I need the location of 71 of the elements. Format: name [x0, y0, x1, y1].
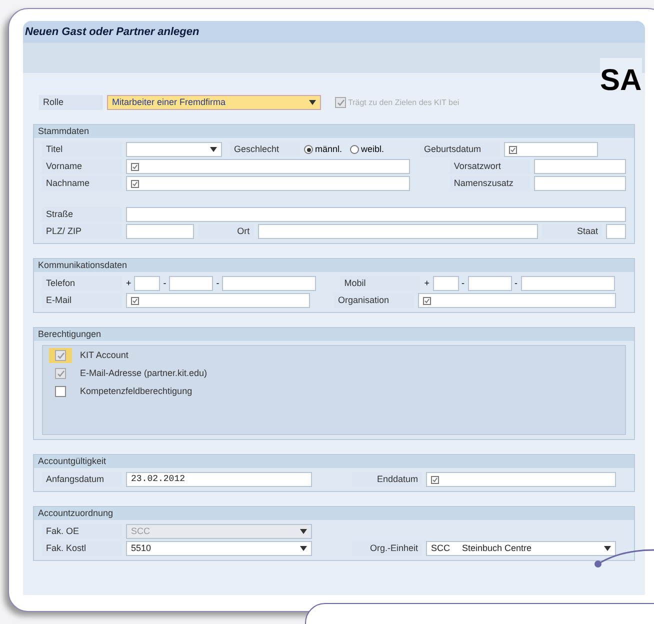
field-label: Anfangsdatum [42, 472, 122, 487]
field-label: Rolle [39, 95, 103, 110]
input-field[interactable] [606, 224, 626, 239]
separator: - [462, 276, 465, 290]
checkbox-label: Trägt zu den Zielen des KIT bei [348, 96, 460, 108]
field-label: Titel [42, 142, 122, 157]
input-field[interactable] [126, 207, 626, 222]
field-label: Geschlecht [230, 142, 300, 157]
input-field[interactable] [126, 224, 194, 239]
input-field[interactable] [222, 276, 316, 291]
separator: - [514, 276, 518, 290]
caret-icon [300, 529, 307, 534]
section-header: Accountzuordnung [34, 507, 634, 520]
field-label: Namenszusatz [450, 176, 530, 191]
input-field[interactable] [468, 276, 512, 291]
field-label: Straße [42, 207, 122, 222]
caret-icon [210, 147, 217, 152]
input-field[interactable] [258, 224, 538, 239]
field-label: Org.-Einheit [352, 541, 422, 556]
section-header: Accountgültigkeit [34, 455, 634, 468]
input-field[interactable] [426, 472, 616, 487]
field-label: Geburtsdatum [420, 142, 500, 157]
dropdown[interactable] [126, 142, 222, 157]
field-label: Fak. OE [42, 524, 122, 539]
field-label: Fak. Kostl [42, 541, 122, 556]
dropdown[interactable]: Mitarbeiter einer Fremdfirma [107, 95, 321, 110]
input-field[interactable] [534, 159, 626, 174]
input-field[interactable] [169, 276, 214, 291]
field-label: Organisation [334, 293, 414, 308]
radio-button[interactable] [350, 145, 359, 154]
field-label: Enddatum [352, 472, 422, 487]
field-label: Telefon [42, 276, 122, 291]
field-label: Mobil [340, 276, 420, 291]
radio-label: männl. [315, 142, 342, 156]
caret-icon [309, 100, 316, 105]
input-field[interactable] [432, 276, 459, 291]
radio-button[interactable] [304, 145, 313, 154]
field-label: Ort [198, 224, 254, 239]
input-field[interactable] [126, 159, 410, 174]
permission-label: KIT Account [80, 348, 128, 362]
window-title: Neuen Gast oder Partner anlegen [23, 21, 645, 43]
separator: - [216, 276, 220, 290]
radio-label: weibl. [361, 142, 384, 156]
input-field[interactable] [504, 142, 598, 157]
dropdown[interactable]: 5510 [126, 541, 312, 556]
permission-label: Kompetenzfeldberechtigung [80, 384, 192, 398]
field-label: Nachname [42, 176, 122, 191]
separator: - [163, 276, 166, 290]
field-label: Vorsatzwort [450, 159, 530, 174]
checkbox[interactable] [55, 386, 66, 397]
caret-icon [300, 546, 307, 551]
plus-sign: + [424, 276, 430, 290]
leader-line [594, 548, 654, 568]
section-header: Kommunikationsdaten [34, 259, 634, 272]
input-field[interactable] [134, 276, 160, 291]
field-label: Vorname [42, 159, 122, 174]
section-header: Stammdaten [34, 125, 634, 138]
input-field[interactable] [418, 293, 616, 308]
dropdown[interactable]: SCC Steinbuch Centre [426, 541, 616, 556]
permission-label: E-Mail-Adresse (partner.kit.edu) [80, 366, 208, 380]
field-label: E-Mail [42, 293, 122, 308]
caret-icon [604, 546, 611, 551]
input-field[interactable] [126, 176, 410, 191]
field-label: PLZ/ ZIP [42, 224, 122, 239]
field-label: Staat [542, 224, 602, 239]
input-field[interactable] [534, 176, 626, 191]
section-header: Berechtigungen [34, 328, 634, 341]
input-field[interactable] [126, 293, 310, 308]
plus-sign: + [126, 276, 132, 290]
input-field[interactable]: 23.02.2012 [126, 472, 312, 487]
input-field[interactable] [520, 276, 615, 291]
